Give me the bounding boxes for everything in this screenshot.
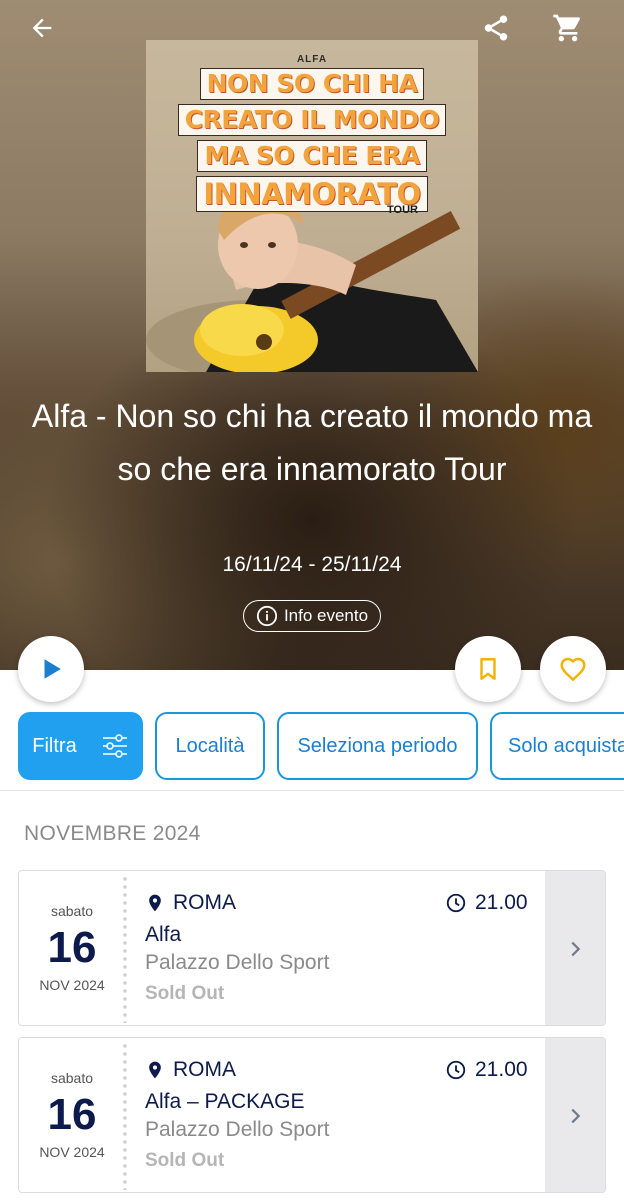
poster-title-line: CREATO IL MONDO (177, 104, 447, 136)
open-event-button[interactable] (545, 871, 605, 1025)
open-event-button[interactable] (545, 1038, 605, 1192)
filter-bar: Filtra Località Seleziona periodo Solo a… (0, 712, 624, 782)
section-divider (0, 790, 624, 791)
time-row: 21.00 (445, 1058, 528, 1082)
purchasable-filter-chip[interactable]: Solo acquistabili (490, 712, 624, 780)
play-icon (44, 659, 61, 679)
city-row: ROMA (145, 1058, 236, 1082)
location-pin-icon (149, 1061, 161, 1079)
poster-title: NON SO CHI HA CREATO IL MONDO MA SO CHE … (146, 68, 478, 216)
sliders-icon (102, 734, 127, 758)
month-heading: NOVEMBRE 2024 (24, 822, 201, 845)
event-hero: ALFA NON SO CHI HA CREATO IL MONDO MA SO… (0, 0, 624, 670)
info-event-button[interactable]: Info evento (243, 600, 381, 632)
city: ROMA (173, 1058, 236, 1081)
month-year: NOV 2024 (39, 1144, 105, 1160)
share-button[interactable] (474, 6, 518, 50)
event-title: Alfa - Non so chi ha creato il mondo ma … (31, 398, 593, 487)
filter-button[interactable]: Filtra (18, 712, 143, 780)
location-filter-chip[interactable]: Località (155, 712, 265, 780)
event-dates: 16/11/24 - 25/11/24 (222, 553, 402, 576)
cart-button[interactable] (546, 6, 590, 50)
location-pin-icon (149, 894, 161, 912)
event-date-card[interactable]: sabato 16 NOV 2024 ROMA 21.00 Alfa – PAC… (18, 1037, 606, 1193)
heart-icon (560, 657, 586, 682)
venue: Palazzo Dello Sport (145, 1118, 330, 1141)
date-block: sabato 16 NOV 2024 (19, 871, 125, 1025)
time-row: 21.00 (445, 891, 528, 915)
bookmark-button[interactable] (455, 636, 521, 702)
event-time: 21.00 (475, 1058, 528, 1081)
event-name: Alfa (145, 923, 182, 946)
poster-artist-name: ALFA (296, 54, 328, 65)
filter-label: Filtra (32, 734, 77, 757)
favorite-button[interactable] (540, 636, 606, 702)
month-year: NOV 2024 (39, 977, 105, 993)
city-row: ROMA (145, 891, 236, 915)
ticket-perforation (123, 1042, 127, 1190)
venue: Palazzo Dello Sport (145, 951, 330, 974)
event-time: 21.00 (475, 891, 528, 914)
status-badge: Sold Out (145, 983, 225, 1004)
poster-tour-label: TOUR (387, 204, 418, 216)
clock-icon (446, 893, 466, 913)
weekday: sabato (50, 1070, 94, 1086)
poster-title-line: NON SO CHI HA (199, 68, 425, 100)
weekday: sabato (50, 903, 94, 919)
city: ROMA (173, 891, 236, 914)
ticket-perforation (123, 875, 127, 1023)
event-date-card[interactable]: sabato 16 NOV 2024 ROMA 21.00 Alfa Palaz… (18, 870, 606, 1026)
info-icon (256, 605, 278, 627)
share-icon (484, 15, 508, 41)
period-filter-chip[interactable]: Seleziona periodo (277, 712, 478, 780)
event-poster-image: ALFA NON SO CHI HA CREATO IL MONDO MA SO… (146, 40, 478, 372)
poster-title-line: MA SO CHE ERA (197, 140, 427, 172)
status-badge: Sold Out (145, 1150, 225, 1171)
clock-icon (446, 1060, 466, 1080)
bookmark-icon (480, 658, 496, 680)
date-block: sabato 16 NOV 2024 (19, 1038, 125, 1192)
back-arrow-icon (32, 18, 52, 38)
back-button[interactable] (20, 6, 64, 50)
play-button[interactable] (18, 636, 84, 702)
day-number: 16 (47, 1090, 97, 1139)
chevron-right-icon (571, 1108, 581, 1124)
day-number: 16 (47, 923, 97, 972)
chevron-right-icon (571, 941, 581, 957)
cart-icon (553, 14, 581, 42)
info-event-label: Info evento (283, 606, 369, 625)
event-name: Alfa – PACKAGE (145, 1090, 305, 1113)
